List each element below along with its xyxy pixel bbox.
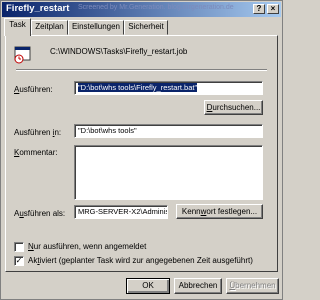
run-as-input[interactable]: MRG-SERVER-X2\Administ [74, 205, 168, 219]
set-password-button[interactable]: Kennwort festlegen... [176, 204, 263, 219]
tab-einstellungen[interactable]: Einstellungen [68, 20, 124, 35]
task-file-path: C:\WINDOWS\Tasks\Firefly_restart.job [50, 47, 188, 56]
task-properties-window: Firefly_restart Screened by Mr.Generatio… [0, 0, 283, 300]
title-bar[interactable]: Firefly_restart Screened by Mr.Generatio… [2, 2, 281, 17]
tab-sicherheit[interactable]: Sicherheit [124, 20, 168, 35]
task-tab-panel: C:\WINDOWS\Tasks\Firefly_restart.job Aus… [5, 35, 278, 272]
separator [16, 69, 267, 71]
run-as-label: Ausführen als: [14, 209, 66, 218]
tab-zeitplan[interactable]: Zeitplan [31, 20, 68, 35]
cancel-button[interactable]: Abbrechen [174, 278, 222, 294]
enabled-label: Aktiviert (geplanter Task wird zur angeg… [28, 256, 253, 265]
help-button[interactable]: ? [253, 4, 265, 14]
close-button[interactable]: × [267, 4, 279, 14]
enabled-checkbox[interactable]: ✓ [14, 256, 24, 266]
tab-task[interactable]: Task [4, 18, 31, 36]
window-title: Firefly_restart [6, 3, 70, 14]
comment-label: Kommentar: [14, 148, 58, 157]
start-in-input[interactable]: "D:\bot\whs tools" [74, 124, 263, 138]
browse-button[interactable]: Durchsuchen... [204, 100, 263, 115]
ok-button[interactable]: OK [126, 278, 170, 294]
only-logged-on-label: Nur ausführen, wenn angemeldet [28, 242, 147, 251]
apply-button[interactable]: Übernehmen [226, 278, 279, 294]
watermark-text: Screened by Mr.Generation. blog.mrgenera… [78, 4, 234, 11]
run-label: Ausführen: [14, 85, 53, 94]
run-in-label: Ausführen in: [14, 128, 62, 137]
only-logged-on-checkbox[interactable] [14, 242, 24, 252]
run-command-input[interactable]: "D:\bot\whs tools\Firefly_restart.bat" [74, 81, 263, 95]
comment-textarea[interactable] [74, 145, 263, 200]
task-file-icon [14, 46, 32, 64]
